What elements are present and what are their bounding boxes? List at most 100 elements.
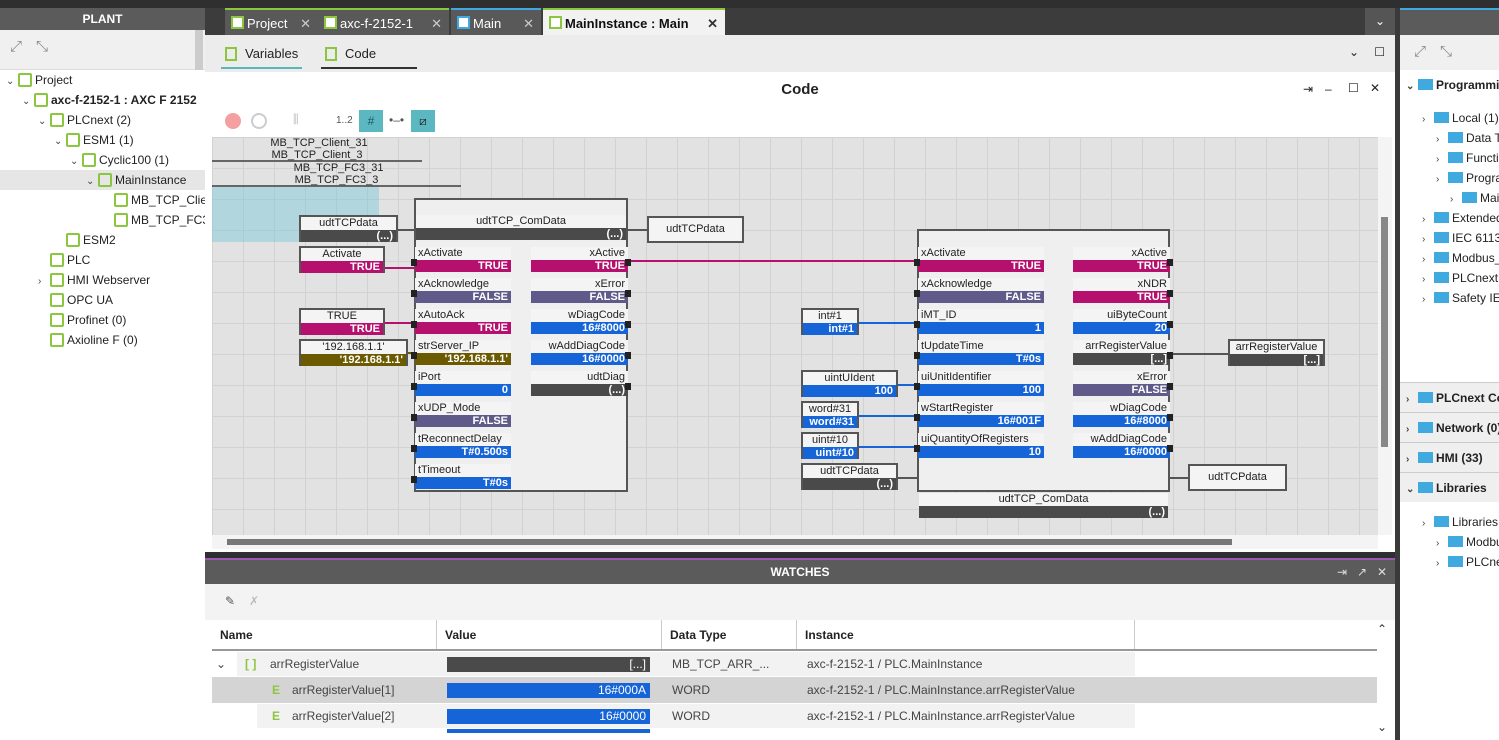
tree-item[interactable]: › PLCnext [1400,268,1499,288]
column-header-name[interactable]: Name [212,620,437,650]
variable-box[interactable]: udtTCPdata [1188,464,1287,491]
grid-icon[interactable]: # [359,110,383,132]
section-header[interactable]: › HMI (33) [1400,442,1499,472]
vertical-scrollbar[interactable] [1378,137,1392,535]
minimize-icon[interactable]: – [1325,82,1332,96]
chevron-right-icon[interactable]: › [38,272,50,290]
pin-value[interactable]: T#0.500s [415,446,511,458]
chevron-icon[interactable]: › [1436,534,1448,552]
pin-icon[interactable]: ⇥ [1303,82,1313,96]
pin-value[interactable]: T#0s [918,353,1044,365]
tree-item[interactable]: › HMI Webserver [0,270,205,290]
edit-icon[interactable]: ✎ [225,594,235,608]
tree-item[interactable]: ⌄ Cyclic100 (1) [0,150,205,170]
pin-value[interactable]: 16#0000 [1073,446,1170,458]
maximize-icon[interactable]: ☐ [1374,45,1385,59]
delete-watch-icon[interactable]: ✗ [249,594,259,608]
variable-box[interactable]: int#1 int#1 [801,308,859,335]
chevron-icon[interactable]: › [1406,415,1418,442]
watch-value[interactable]: 16#000A [447,683,650,698]
chevron-icon[interactable]: › [1422,250,1434,268]
chevron-icon[interactable]: › [1422,514,1434,532]
auto-route-icon[interactable]: ⧄ [411,110,435,132]
section-header[interactable]: › PLCnext Components [1400,382,1499,412]
tree-item[interactable]: ESM2 [0,230,205,250]
tab-controller[interactable]: axc-f-2152-1 ✕ [318,8,449,35]
scroll-down-icon[interactable]: ⌄ [1377,720,1387,734]
tree-item[interactable]: › Main [1400,188,1499,208]
maximize-icon[interactable]: ☐ [1348,81,1359,95]
chevron-down-icon[interactable]: ⌄ [38,112,50,130]
tree-item[interactable]: › Data Types [1400,128,1499,148]
chevron-icon[interactable]: › [1422,270,1434,288]
column-header-value[interactable]: Value [437,620,662,650]
variable-box[interactable]: '192.168.1.1' '192.168.1.1' [299,339,408,366]
close-icon[interactable]: ✕ [707,10,718,37]
variable-box[interactable]: Activate TRUE [299,246,385,273]
tree-item[interactable]: OPC UA [0,290,205,310]
popout-icon[interactable]: ↗ [1357,565,1367,579]
close-icon[interactable]: ✕ [431,10,442,37]
tree-item[interactable]: Axioline F (0) [0,330,205,350]
expand-all-icon[interactable]: ⤢ [1414,43,1426,60]
subtab-code[interactable]: Code [321,45,417,69]
pin-value[interactable]: [...] [1073,353,1170,365]
tree-item[interactable]: › Functions & Function Blocks [1400,148,1499,168]
column-header-data-type[interactable]: Data Type [662,620,797,650]
tree-item[interactable]: ⌄ axc-f-2152-1 : AXC F 2152 [0,90,205,110]
table-row[interactable]: ⌄ [ ] arrRegisterValue [...] MB_TCP_ARR_... a… [212,651,1377,677]
pin-value[interactable]: FALSE [531,291,628,303]
tree-item[interactable]: › IEC 61131 [1400,228,1499,248]
watch-value[interactable]: 16#0000 [447,709,650,724]
pin-value[interactable]: TRUE [1073,291,1170,303]
chevron-icon[interactable]: › [1422,230,1434,248]
collapse-all-icon[interactable]: ⤡ [36,38,48,55]
tree-item[interactable]: PLC [0,250,205,270]
section-header[interactable]: ⌄ Programming [1400,70,1499,100]
variable-box[interactable]: uintUIdent 100 [801,370,898,397]
tree-item[interactable]: › Modbus_TCP [1400,532,1499,552]
section-header[interactable]: ⌄ Libraries [1400,472,1499,502]
variable-box[interactable]: udtTCPdata (...) [801,463,898,490]
chevron-icon[interactable]: › [1436,170,1448,188]
pin-value[interactable]: 0 [415,384,511,396]
variable-box[interactable]: arrRegisterValue [...] [1228,339,1325,366]
column-header-instance[interactable]: Instance [797,620,1135,650]
pin-value[interactable]: 16#8000 [531,322,628,334]
chevron-down-icon[interactable]: ⌄ [216,651,226,677]
pin-value[interactable]: 10 [918,446,1044,458]
tree-item[interactable]: MB_TCP_Client_31 [0,190,205,210]
tree-item[interactable]: ⌄ Project [0,70,205,90]
close-icon[interactable]: ✕ [300,10,311,37]
chevron-down-icon[interactable]: ⌄ [22,92,34,110]
pin-value[interactable]: FALSE [1073,384,1170,396]
tree-item[interactable]: › Safety IEC [1400,288,1499,308]
close-icon[interactable]: ✕ [523,10,534,37]
table-row[interactable]: EarrRegisterValue[1] 16#000A WORD axc-f-215… [212,677,1377,703]
chevron-icon[interactable]: › [1436,150,1448,168]
chevron-icon[interactable]: › [1436,554,1448,572]
pin-value[interactable]: 16#8000 [1073,415,1170,427]
pin-value[interactable]: TRUE [1073,260,1170,272]
tree-item[interactable]: › Local (1) [1400,108,1499,128]
stop-icon[interactable] [251,113,267,129]
tree-item[interactable]: MB_TCP_FC3_31 [0,210,205,230]
pin-value[interactable]: TRUE [415,260,511,272]
chevron-icon[interactable]: › [1406,445,1418,472]
tree-item[interactable]: ⌄ PLCnext (2) [0,110,205,130]
tab-maininstance[interactable]: MainInstance : Main ✕ [543,8,725,35]
close-icon[interactable]: ✕ [1370,81,1380,95]
scroll-up-icon[interactable]: ⌃ [1377,622,1387,636]
pin-value[interactable]: TRUE [918,260,1044,272]
variable-box[interactable]: udtTCPdata (...) [299,215,398,242]
pin-value[interactable]: 16#0000 [531,353,628,365]
chevron-down-icon[interactable]: ⌄ [1349,45,1359,59]
splitter[interactable] [205,552,1395,560]
tab-overflow-chevron-icon[interactable]: ⌄ [1365,8,1395,35]
table-row[interactable]: EarrRegisterValue[2] 16#0000 WORD axc-f-215… [212,703,1377,729]
record-icon[interactable] [225,113,241,129]
pin-value[interactable]: TRUE [531,260,628,272]
subtab-variables[interactable]: Variables [221,45,303,69]
close-icon[interactable]: ✕ [1377,565,1387,579]
chevron-down-icon[interactable]: ⌄ [70,152,82,170]
